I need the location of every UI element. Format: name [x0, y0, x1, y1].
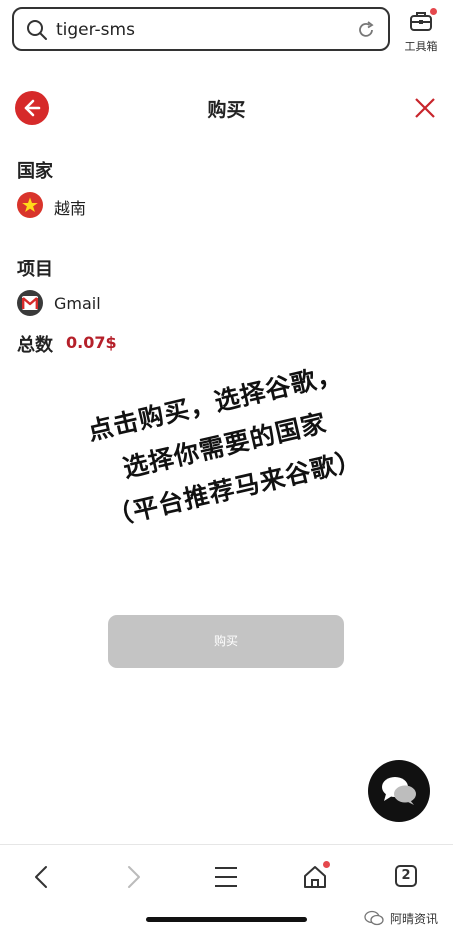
- project-value[interactable]: Gmail: [54, 294, 101, 313]
- mail-icon: [22, 296, 39, 310]
- toolbox-label: 工具箱: [404, 40, 438, 53]
- menu-icon[interactable]: [212, 863, 240, 891]
- chat-bubbles-icon: [382, 777, 416, 805]
- watermark-text: 阿晴资讯: [390, 912, 439, 926]
- browser-top-bar: tiger-sms 工具箱: [0, 0, 453, 60]
- wechat-icon: [364, 910, 384, 926]
- gmail-icon[interactable]: [17, 290, 43, 316]
- forward-arrow-icon[interactable]: [119, 863, 147, 891]
- toolbox-icon: [410, 12, 432, 31]
- url-text[interactable]: tiger-sms: [56, 19, 135, 41]
- close-icon[interactable]: [413, 96, 437, 120]
- home-button[interactable]: [301, 861, 330, 891]
- country-value[interactable]: 越南: [54, 195, 86, 219]
- home-indicator: [146, 917, 307, 922]
- project-label: 项目: [17, 259, 53, 280]
- tabs-count: 2: [395, 865, 417, 887]
- reload-icon[interactable]: [356, 20, 376, 40]
- country-label: 国家: [17, 161, 53, 182]
- toolbox-button[interactable]: 工具箱: [398, 8, 444, 56]
- star-icon: [22, 197, 38, 212]
- notification-dot: [430, 8, 437, 15]
- annotation-text: 点击购买，选择谷歌， 选择你需要的国家 （平台推荐马来谷歌）: [40, 342, 411, 549]
- search-icon: [27, 20, 47, 40]
- bottom-nav: 2 阿晴资讯: [0, 844, 453, 930]
- buy-button[interactable]: 购买: [108, 615, 344, 668]
- tabs-button[interactable]: 2: [393, 863, 421, 891]
- total-label: 总数: [17, 335, 53, 356]
- back-arrow-icon[interactable]: [28, 863, 56, 891]
- url-bar[interactable]: tiger-sms: [12, 7, 390, 51]
- vietnam-flag-icon[interactable]: [17, 192, 43, 218]
- notification-dot: [323, 861, 330, 868]
- chat-support-button[interactable]: [368, 760, 430, 822]
- page-title: 购买: [207, 99, 246, 121]
- total-value: 0.07$: [66, 333, 117, 352]
